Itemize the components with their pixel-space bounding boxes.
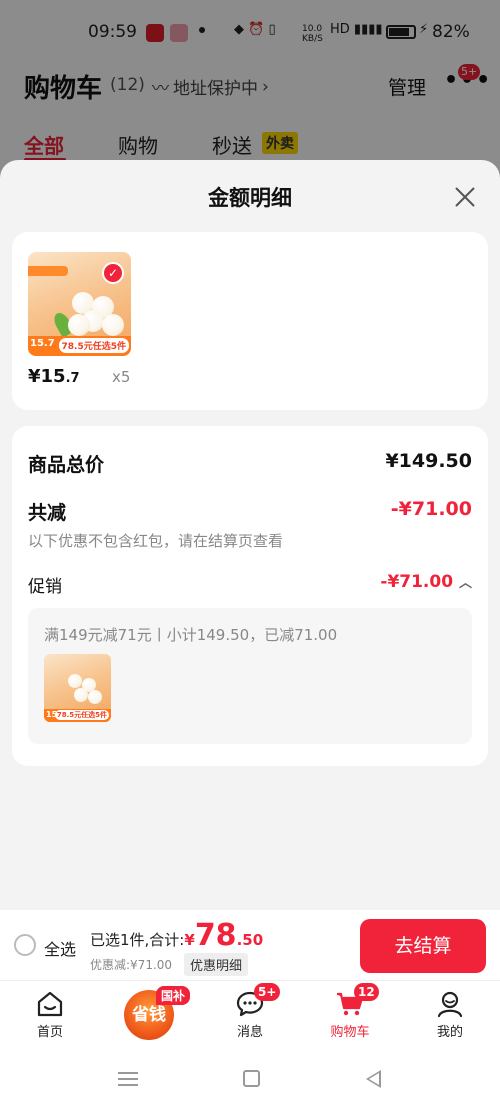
promo-value: -¥71.00 xyxy=(380,572,454,592)
product-image-ball xyxy=(68,314,90,336)
total-dec: .50 xyxy=(236,931,264,949)
promo-image-deal: 78.5元任选5件 xyxy=(54,710,109,720)
promo-image-ball xyxy=(68,674,82,688)
chevron-up-icon: ︿ xyxy=(458,576,472,591)
discount-detail-button[interactable]: 优惠明细 xyxy=(184,953,249,976)
promo-product-image[interactable]: 15 78.5元任选5件 xyxy=(44,654,111,722)
promo-desc: 满149元减71元丨小计149.50，已减71.00 xyxy=(44,626,338,644)
selected-total: 已选1件,合计:¥78.50 xyxy=(90,918,263,953)
promo-detail-box: 满149元减71元丨小计149.50，已减71.00 15 78.5元任选5件 xyxy=(28,608,472,744)
product-image-price: 15.7 xyxy=(30,338,55,349)
product-price-dec: .7 xyxy=(65,371,80,386)
product-image-deal: 78.5元任选5件 xyxy=(58,338,129,353)
product-image-promo: 15.7 78.5元任选5件 xyxy=(28,336,131,356)
tab-cart[interactable]: 12 购物车 xyxy=(310,983,390,1040)
product-card: 15.7 78.5元任选5件 ✓ ¥15.7 x5 xyxy=(12,232,488,410)
home-icon xyxy=(37,991,63,1017)
discount-text: 优惠减:¥71.00 xyxy=(90,958,173,972)
tab-message[interactable]: 5+ 消息 xyxy=(210,983,290,1040)
cart-badge: 12 xyxy=(354,983,379,1001)
product-price: ¥15.7 xyxy=(28,366,80,387)
reduce-value: -¥71.00 xyxy=(390,498,472,520)
product-price-int: ¥15 xyxy=(28,366,66,387)
close-icon[interactable] xyxy=(450,182,480,212)
menu-icon[interactable] xyxy=(118,1072,138,1086)
promo-image-bar: 15 78.5元任选5件 xyxy=(44,709,111,722)
subsidy-badge: 国补 xyxy=(156,986,191,1005)
promo-value-toggle[interactable]: -¥71.00 ︿ xyxy=(380,572,472,592)
product-image-ball xyxy=(102,314,124,336)
selected-total-prefix: 已选1件,合计: xyxy=(90,931,185,949)
tab-mine[interactable]: 我的 xyxy=(410,989,490,1040)
checkout-button[interactable]: 去结算 xyxy=(360,919,486,973)
back-icon[interactable] xyxy=(366,1070,381,1088)
system-nav-bar xyxy=(0,1046,500,1111)
message-badge: 5+ xyxy=(254,983,281,1001)
total-value: ¥149.50 xyxy=(385,450,472,472)
bottom-tab-bar: 首页 5+ 消息 12 购物车 我的 xyxy=(0,980,500,1046)
promo-image-ball xyxy=(88,690,102,704)
tab-message-label: 消息 xyxy=(236,1025,263,1040)
tab-home[interactable]: 首页 xyxy=(10,989,90,1040)
home-square-icon[interactable] xyxy=(243,1070,260,1087)
promo-label: 促销 xyxy=(28,577,62,597)
profile-icon xyxy=(437,991,463,1018)
total-currency: ¥ xyxy=(184,931,195,949)
tab-cart-label: 购物车 xyxy=(330,1025,370,1040)
checkout-bar: 全选 已选1件,合计:¥78.50 优惠减:¥71.00 优惠明细 去结算 xyxy=(0,910,500,980)
reduce-note: 以下优惠不包含红包，请在结算页查看 xyxy=(28,532,284,550)
total-int: 78 xyxy=(194,918,237,953)
sheet-title: 金额明细 xyxy=(208,186,292,210)
check-icon: ✓ xyxy=(102,262,124,284)
total-label: 商品总价 xyxy=(28,454,105,476)
reduce-label: 共减 xyxy=(28,502,67,524)
select-all-label[interactable]: 全选 xyxy=(44,936,76,960)
tab-home-label: 首页 xyxy=(36,1025,63,1040)
product-image-ribbon xyxy=(28,266,68,276)
tab-mine-label: 我的 xyxy=(436,1025,463,1040)
promo-image-ball xyxy=(74,688,88,702)
price-summary-card: 商品总价 ¥149.50 共减 -¥71.00 以下优惠不包含红包，请在结算页查… xyxy=(12,426,488,766)
product-quantity: x5 xyxy=(112,368,131,386)
select-all-radio[interactable] xyxy=(14,934,36,956)
product-image[interactable]: 15.7 78.5元任选5件 ✓ xyxy=(28,252,131,356)
